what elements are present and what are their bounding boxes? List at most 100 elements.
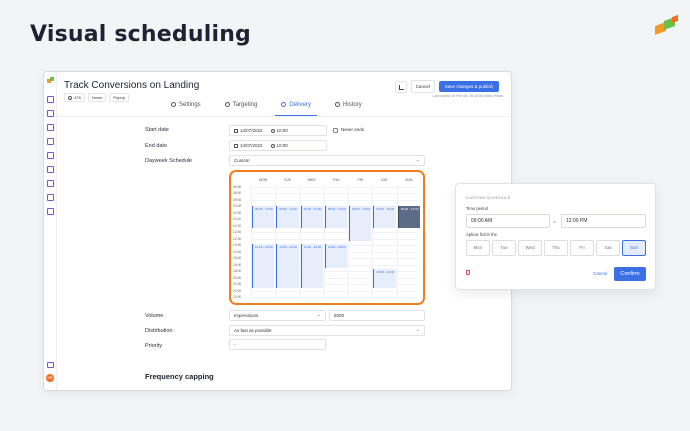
never-ends-checkbox[interactable] bbox=[333, 128, 338, 133]
end-date-field[interactable]: 14/07/2022 10:00 bbox=[229, 140, 327, 151]
to-label: to bbox=[553, 219, 557, 224]
breadcrumb-popup[interactable]: Popup bbox=[109, 93, 129, 102]
breadcrumb-home[interactable]: Home bbox=[87, 93, 107, 102]
grid-row-line bbox=[251, 199, 417, 201]
list-icon[interactable] bbox=[47, 194, 54, 201]
cancel-button[interactable]: Cancel bbox=[410, 80, 435, 93]
time-label: 10:30 bbox=[233, 210, 242, 215]
chart-icon bbox=[398, 84, 404, 90]
schedule-block[interactable]: 09:00 - 12:00 bbox=[397, 205, 420, 228]
edit-icon[interactable] bbox=[47, 208, 54, 215]
schedule-block-label: 18:00 - 22:00 bbox=[376, 269, 395, 274]
day-header: TUE bbox=[283, 178, 291, 182]
schedule-block-label: 14:00 - 22:00 bbox=[303, 245, 322, 250]
start-date-field[interactable]: 14/07/2022 10:00 bbox=[229, 125, 327, 136]
audience-icon[interactable] bbox=[47, 152, 54, 159]
schedule-block-label: 09:00 - 12:00 bbox=[376, 206, 395, 211]
time-label: 18:00 bbox=[233, 269, 242, 274]
modal-title: CUSTOM SCHEDULE bbox=[466, 195, 511, 200]
dayweek-label: Dayweek Schedule bbox=[145, 158, 193, 164]
distribution-select[interactable]: As fast as possible ⌄ bbox=[229, 325, 425, 336]
from-time-input[interactable]: 09:00 AM bbox=[466, 214, 550, 228]
schedule-block[interactable]: 09:00 - 12:00 bbox=[373, 205, 396, 228]
campaigns-icon[interactable] bbox=[47, 124, 54, 131]
schedule-block[interactable]: 09:00 - 13:00 bbox=[349, 205, 372, 241]
grid-row-line bbox=[251, 232, 417, 234]
day-header: FRI bbox=[357, 178, 364, 182]
save-publish-button[interactable]: Save changes & publish bbox=[438, 81, 499, 92]
confirm-button[interactable]: Confirm bbox=[614, 267, 646, 281]
schedule-block[interactable]: 14:00 - 22:00 bbox=[276, 244, 299, 289]
grid-row-line bbox=[251, 238, 417, 240]
hero-title: Visual scheduling bbox=[30, 22, 252, 47]
breadcrumb-id[interactable]: 478 bbox=[64, 93, 85, 102]
day-header: SUN bbox=[405, 178, 413, 182]
time-period-label: Time period bbox=[466, 206, 488, 211]
volume-type-select[interactable]: Impressions ⌄ bbox=[229, 310, 326, 321]
time-label: 00:00 bbox=[233, 185, 242, 189]
schedule-block[interactable]: 09:00 - 12:00 bbox=[276, 205, 299, 228]
time-label: 15:00 bbox=[233, 256, 242, 261]
sidebar: SR bbox=[44, 72, 57, 390]
grid-column-line bbox=[323, 186, 325, 297]
time-label: 12:00 bbox=[233, 230, 242, 235]
day-button-fri[interactable]: Fri bbox=[570, 240, 594, 256]
schedule-block[interactable]: 09:00 - 12:00 bbox=[252, 205, 275, 228]
tab-targeting[interactable]: Targeting bbox=[213, 100, 270, 116]
tab-delivery[interactable]: Delivery bbox=[269, 100, 323, 116]
day-header: MON bbox=[259, 178, 268, 182]
day-header: WED bbox=[307, 178, 316, 182]
dayweek-select[interactable]: Custom ⌄ bbox=[229, 155, 425, 166]
day-button-mon[interactable]: Mon bbox=[466, 240, 490, 256]
day-header: SAT bbox=[381, 178, 388, 182]
schedule-block[interactable]: 14:00 - 22:00 bbox=[252, 244, 275, 289]
schedule-block-label: 09:00 - 12:00 bbox=[400, 206, 419, 211]
gear-icon bbox=[171, 102, 176, 107]
chevron-down-icon: ⌄ bbox=[415, 327, 420, 333]
chart-button[interactable] bbox=[394, 80, 407, 93]
templates-icon[interactable] bbox=[47, 180, 54, 187]
app-window: SR Track Conversions on Landing 478 Home… bbox=[43, 71, 512, 391]
clock-icon bbox=[270, 128, 275, 133]
time-label: 11:30 bbox=[233, 223, 242, 228]
send-icon bbox=[281, 102, 287, 107]
schedule-block[interactable]: 18:00 - 22:00 bbox=[373, 268, 396, 289]
start-date-label: Start date bbox=[145, 127, 169, 133]
schedule-block-label: 14:00 - 22:00 bbox=[279, 245, 297, 250]
analytics-icon[interactable] bbox=[47, 110, 54, 117]
schedule-block-label: 09:00 - 12:00 bbox=[255, 206, 273, 211]
apply-label: Aplicar fichín the bbox=[466, 232, 497, 237]
day-button-tue[interactable]: Tue bbox=[492, 240, 516, 256]
schedule-block[interactable]: 09:00 - 12:00 bbox=[324, 205, 348, 228]
rocket-icon[interactable] bbox=[47, 138, 54, 145]
day-button-sun[interactable]: Sun bbox=[622, 240, 646, 256]
chevron-down-icon: ⌄ bbox=[415, 157, 420, 163]
help-icon[interactable] bbox=[47, 362, 54, 368]
volume-value-input[interactable]: 5000 bbox=[329, 310, 425, 321]
schedule-grid[interactable]: MON TUE WED THU FRI SAT SUN 00:00 06:00 09:00 10:0… bbox=[229, 170, 425, 305]
day-header: THU bbox=[332, 178, 340, 182]
dashboard-icon[interactable] bbox=[47, 96, 54, 103]
schedule-block-label: 09:00 - 12:00 bbox=[327, 206, 346, 211]
schedule-block[interactable]: 09:00 - 12:00 bbox=[300, 205, 323, 228]
to-time-input[interactable]: 12:00 PM bbox=[561, 214, 646, 228]
modal-cancel-button[interactable]: Cancel bbox=[593, 271, 607, 276]
day-button-sat[interactable]: Sat bbox=[596, 240, 620, 256]
day-button-wed[interactable]: Wed bbox=[518, 240, 542, 256]
avatar[interactable]: SR bbox=[46, 374, 54, 382]
schedule-block[interactable]: 14:00 - 18:00 bbox=[324, 244, 348, 269]
grid-column-line bbox=[396, 186, 398, 297]
priority-input[interactable]: - bbox=[229, 339, 326, 350]
tab-settings[interactable]: Settings bbox=[159, 100, 213, 116]
priority-label: Priority bbox=[145, 343, 163, 349]
time-label: 14:00 bbox=[233, 249, 242, 254]
schedule-block[interactable]: 14:00 - 22:00 bbox=[300, 244, 323, 289]
last-saved-text: Last saved on Feb 08, 06:15 by Mario Riv… bbox=[432, 94, 503, 98]
never-ends-label: Never ends bbox=[341, 127, 365, 132]
tab-history[interactable]: History bbox=[323, 100, 374, 116]
history-icon bbox=[335, 102, 341, 107]
trash-icon[interactable] bbox=[466, 270, 470, 275]
chevron-down-icon: ⌄ bbox=[316, 312, 321, 318]
layout-icon[interactable] bbox=[47, 166, 54, 173]
day-button-thu[interactable]: Thu bbox=[544, 240, 568, 256]
